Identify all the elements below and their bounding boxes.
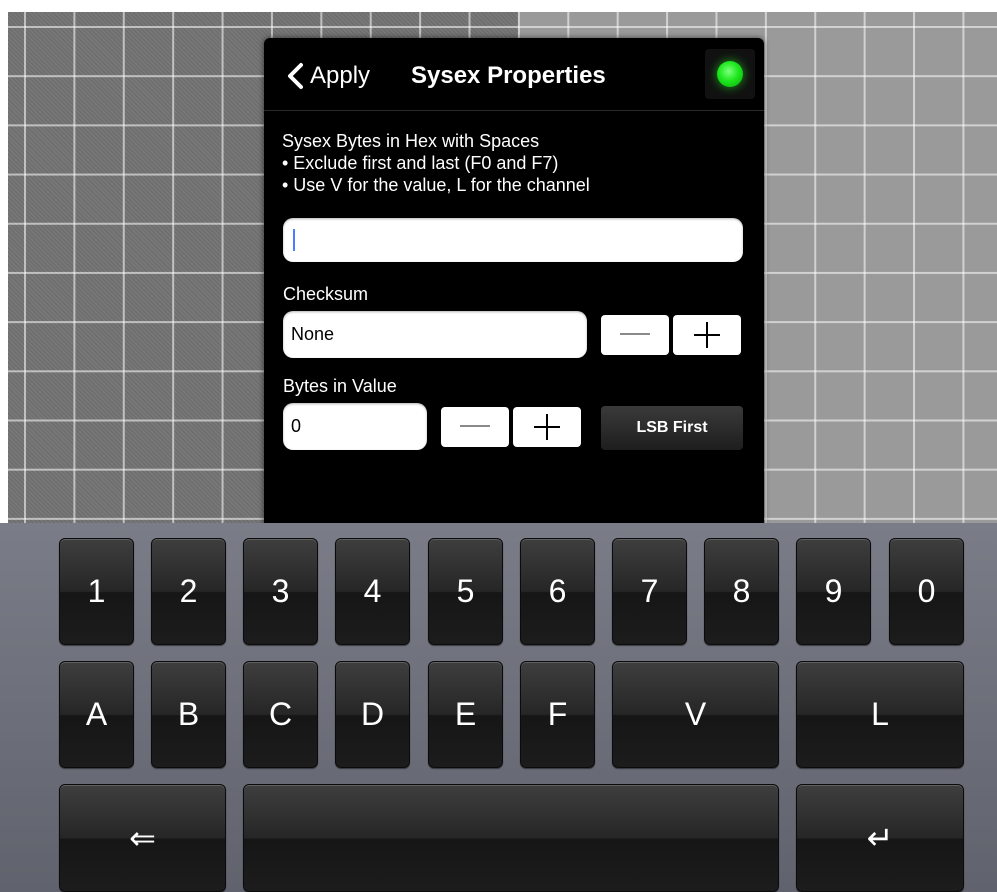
- key-c[interactable]: C: [243, 661, 318, 768]
- enter-key[interactable]: ↵: [796, 784, 964, 892]
- sysex-bytes-input[interactable]: [293, 224, 737, 258]
- checksum-label: Checksum: [283, 284, 369, 304]
- page-title: Sysex Properties: [411, 62, 606, 89]
- bytes-plus-button[interactable]: [513, 407, 581, 447]
- status-led-icon: [717, 61, 743, 87]
- key-7[interactable]: 7: [612, 538, 687, 645]
- backspace-key[interactable]: ⇐: [59, 784, 226, 892]
- hex-keyboard: 1 2 3 4 5 6 7 8 9 0 A B C D E F V L ⇐ ↵: [0, 523, 997, 892]
- key-3[interactable]: 3: [243, 538, 318, 645]
- sysex-bytes-field[interactable]: [283, 218, 743, 262]
- instruction-line-2: • Exclude first and last (F0 and F7): [282, 153, 559, 173]
- key-l-channel[interactable]: L: [796, 661, 964, 768]
- instruction-line-1: Sysex Bytes in Hex with Spaces: [282, 131, 540, 151]
- checksum-plus-button[interactable]: [673, 315, 741, 355]
- return-icon: ↵: [866, 820, 894, 856]
- backspace-icon: ⇐: [129, 820, 156, 856]
- text-caret: [293, 229, 295, 251]
- key-0[interactable]: 0: [889, 538, 964, 645]
- bytes-minus-button[interactable]: [441, 407, 509, 447]
- minus-icon: [620, 333, 650, 335]
- key-4[interactable]: 4: [335, 538, 410, 645]
- apply-back-button[interactable]: Apply: [286, 60, 370, 92]
- key-2[interactable]: 2: [151, 538, 226, 645]
- popover-header: Apply Sysex Properties: [264, 38, 764, 111]
- key-6[interactable]: 6: [520, 538, 595, 645]
- status-indicator: [705, 49, 755, 99]
- bytes-in-value-stepper: [441, 407, 581, 447]
- key-5[interactable]: 5: [428, 538, 503, 645]
- checksum-stepper: [601, 315, 741, 355]
- key-9[interactable]: 9: [796, 538, 871, 645]
- bytes-in-value-field[interactable]: 0: [283, 403, 427, 450]
- key-v-value[interactable]: V: [612, 661, 779, 768]
- plus-icon: [534, 414, 560, 440]
- space-key[interactable]: [243, 784, 779, 892]
- key-f[interactable]: F: [520, 661, 595, 768]
- chevron-left-icon: [286, 62, 304, 90]
- apply-label: Apply: [310, 62, 371, 89]
- screen: Apply Sysex Properties Sysex Bytes in He…: [0, 0, 997, 892]
- key-d[interactable]: D: [335, 661, 410, 768]
- sysex-properties-popover: Apply Sysex Properties Sysex Bytes in He…: [264, 38, 764, 528]
- key-b[interactable]: B: [151, 661, 226, 768]
- checksum-field[interactable]: None: [283, 311, 587, 358]
- checksum-minus-button[interactable]: [601, 315, 669, 355]
- minus-icon: [460, 425, 490, 427]
- lsb-first-button[interactable]: LSB First: [601, 406, 743, 450]
- key-1[interactable]: 1: [59, 538, 134, 645]
- key-8[interactable]: 8: [704, 538, 779, 645]
- bytes-in-value-value: 0: [291, 416, 302, 436]
- key-a[interactable]: A: [59, 661, 134, 768]
- plus-icon: [694, 322, 720, 348]
- checksum-value: None: [291, 324, 335, 344]
- instruction-line-3: • Use V for the value, L for the channel: [282, 175, 590, 195]
- bytes-in-value-label: Bytes in Value: [283, 376, 397, 396]
- key-e[interactable]: E: [428, 661, 503, 768]
